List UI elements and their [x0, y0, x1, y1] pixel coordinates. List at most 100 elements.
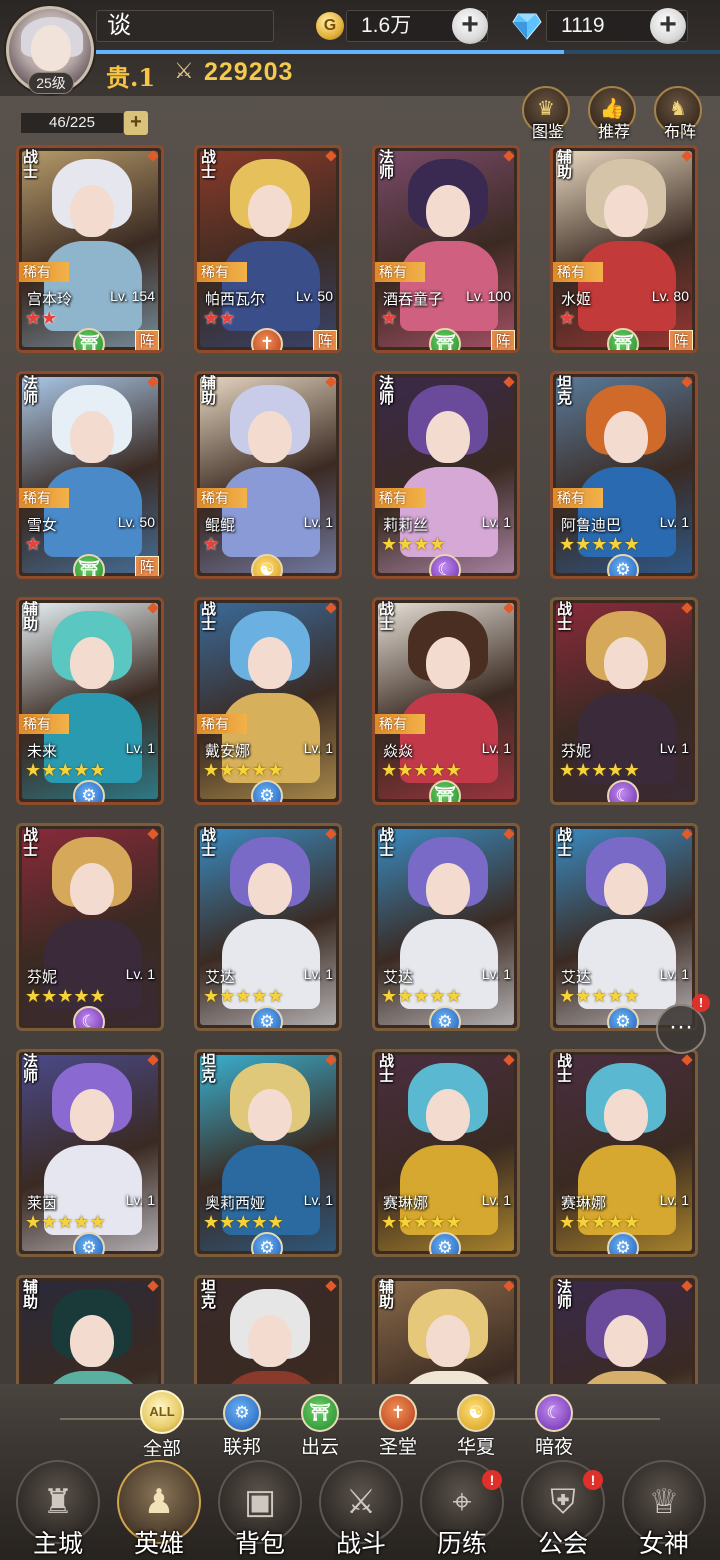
hero-card[interactable]: 辅助 稀有 水姬 Lv. 80 ★ ⛩ 阵	[550, 145, 698, 353]
nav-shield[interactable]: ⛨ 公会!	[515, 1460, 611, 1558]
hero-card[interactable]: 战士 稀有 宫本玲 Lv. 154 ★★ ⛩ 阵	[16, 145, 164, 353]
hero-card[interactable]: 法师 莱茵 Lv. 1 ★★★★★ ⚙	[16, 1049, 164, 1257]
hero-level: Lv. 154	[110, 288, 155, 304]
hero-level: Lv. 1	[659, 740, 689, 756]
hero-name: 帕西瓦尔	[205, 291, 266, 308]
chat-alert-badge: !	[692, 994, 710, 1012]
hero-face	[70, 185, 114, 237]
rarity-badge: 稀有	[553, 262, 603, 282]
hero-face	[70, 637, 114, 689]
add-gems-button[interactable]: +	[650, 8, 686, 44]
hero-level: Lv. 100	[466, 288, 511, 304]
hero-name: 赛琳娜	[383, 1195, 429, 1212]
formation-button[interactable]: ♞ 布阵	[654, 86, 702, 141]
hero-card[interactable]: 战士 赛琳娜 Lv. 1 ★★★★★ ⚙	[550, 1049, 698, 1257]
hero-name: 艾达	[561, 969, 592, 986]
hero-card[interactable]: 辅助 稀有 鲲鲲 Lv. 1 ★ ☯	[194, 371, 342, 579]
star-icon: ★	[57, 760, 74, 780]
vip-level[interactable]: 贵.1	[106, 58, 155, 93]
hero-class-tag: 法师	[557, 1278, 573, 1311]
faction-icon: ⛩	[73, 554, 105, 576]
star-rating: ★★★★★	[203, 760, 284, 781]
star-icon: ★	[219, 760, 236, 780]
hero-card[interactable]: 法师 稀有 雪女 Lv. 50 ★ ⛩ 阵	[16, 371, 164, 579]
nav-swords[interactable]: ⚔ 战斗	[313, 1460, 409, 1558]
hero-outfit	[44, 467, 142, 557]
hero-level: Lv. 1	[125, 966, 155, 982]
hero-card[interactable]: 战士 芬妮 Lv. 1 ★★★★★ ☾	[16, 823, 164, 1031]
hero-class-tag: 战士	[557, 1052, 573, 1085]
nav-goddess[interactable]: ♕ 女神	[616, 1460, 712, 1558]
hero-card[interactable]: 战士 芬妮 Lv. 1 ★★★★★ ☾	[550, 597, 698, 805]
rarity-badge: 稀有	[197, 262, 247, 282]
star-rating: ★★★★	[381, 534, 446, 555]
hero-card[interactable]: 战士 稀有 帕西瓦尔 Lv. 50 ★★ ✝ 阵	[194, 145, 342, 353]
hero-level: Lv. 1	[481, 740, 511, 756]
faction-icon: ⚙	[429, 1006, 461, 1028]
handbook-label: 图鉴	[531, 124, 564, 141]
hero-face	[604, 863, 648, 915]
handbook-button[interactable]: ♛ 图鉴	[522, 86, 570, 141]
nav-hero[interactable]: ♟ 英雄	[111, 1460, 207, 1558]
hero-card[interactable]: 坦克	[194, 1275, 342, 1385]
hero-card[interactable]: 坦克 稀有 阿鲁迪巴 Lv. 1 ★★★★★ ⚙	[550, 371, 698, 579]
hero-outfit	[44, 1371, 142, 1385]
hero-card[interactable]: 战士 赛琳娜 Lv. 1 ★★★★★ ⚙	[372, 1049, 520, 1257]
star-icon: ★	[591, 986, 608, 1006]
hero-card[interactable]: 法师 稀有 莉莉丝 Lv. 1 ★★★★ ☾	[372, 371, 520, 579]
filter-orange[interactable]: ✝ 圣堂	[366, 1394, 430, 1459]
hero-card[interactable]: 法师 稀有 酒吞童子 Lv. 100 ★ ⛩ 阵	[372, 145, 520, 353]
hero-card[interactable]: 坦克 奥莉西娅 Lv. 1 ★★★★★ ⚙	[194, 1049, 342, 1257]
expand-hero-slots-button[interactable]: +	[124, 111, 148, 135]
star-icon: ★	[413, 986, 430, 1006]
hero-card[interactable]: 辅助	[372, 1275, 520, 1385]
filter-purple[interactable]: ☾ 暗夜	[522, 1394, 586, 1459]
hero-card[interactable]: 战士 艾达 Lv. 1 ★★★★★ ⚙	[372, 823, 520, 1031]
hero-outfit	[44, 241, 142, 331]
filter-blue[interactable]: ⚙ 联邦	[210, 1394, 274, 1459]
faction-icon: ⚙	[73, 780, 105, 802]
hero-card[interactable]: 战士 艾达 Lv. 1 ★★★★★ ⚙	[550, 823, 698, 1031]
hero-grid[interactable]: 战士 稀有 宫本玲 Lv. 154 ★★ ⛩ 阵 战士 稀有 帕西瓦尔 Lv. 50 ★★ ✝ 阵 …	[16, 145, 706, 1385]
faction-icon: ⛩	[429, 328, 461, 350]
filter-label: 出云	[300, 1437, 339, 1458]
filter-green[interactable]: ⛩ 出云	[288, 1394, 352, 1459]
hero-level: Lv. 50	[295, 288, 333, 304]
hero-face	[604, 411, 648, 463]
star-icon: ★	[429, 986, 446, 1006]
star-icon: ★	[381, 534, 398, 554]
hero-card[interactable]: 战士 稀有 戴安娜 Lv. 1 ★★★★★ ⚙	[194, 597, 342, 805]
hero-face	[426, 1315, 470, 1367]
player-name[interactable]: 谈	[96, 10, 274, 42]
star-rating: ★★★★★	[381, 986, 462, 1007]
add-gold-button[interactable]: +	[452, 8, 488, 44]
recommend-button[interactable]: 👍 推荐	[588, 86, 636, 141]
star-icon: ★	[623, 534, 640, 554]
star-icon: ★	[413, 1212, 430, 1232]
star-icon: ★	[413, 760, 430, 780]
star-icon: ★	[41, 1212, 58, 1232]
hero-portrait	[378, 151, 514, 347]
nav-backpack[interactable]: ▣ 背包	[212, 1460, 308, 1558]
star-icon: ★	[203, 308, 220, 328]
faction-icon: ☾	[429, 554, 461, 576]
hero-face	[604, 637, 648, 689]
hero-card[interactable]: 战士 艾达 Lv. 1 ★★★★★ ⚙	[194, 823, 342, 1031]
filter-gold[interactable]: ☯ 华夏	[444, 1394, 508, 1459]
star-icon: ★	[429, 1212, 446, 1232]
hero-outfit	[400, 1371, 498, 1385]
top-bar: 25级 谈 G 1.6万 + 1119 + 贵.1 ⚔ 229203	[0, 0, 720, 96]
star-icon: ★	[25, 760, 42, 780]
hero-card[interactable]: 辅助 稀有 未来 Lv. 1 ★★★★★ ⚙	[16, 597, 164, 805]
nav-map[interactable]: ⌖ 历练!	[414, 1460, 510, 1558]
hero-card[interactable]: 战士 稀有 焱焱 Lv. 1 ★★★★★ ⛩	[372, 597, 520, 805]
filter-all[interactable]: ALL 全部	[130, 1390, 194, 1461]
hero-card[interactable]: 辅助	[16, 1275, 164, 1385]
star-icon: ★	[591, 1212, 608, 1232]
hero-level: Lv. 1	[481, 1192, 511, 1208]
hero-card[interactable]: 法师	[550, 1275, 698, 1385]
hero-face	[248, 1315, 292, 1367]
faction-icon: ☯	[251, 554, 283, 576]
star-icon: ★	[397, 760, 414, 780]
nav-castle[interactable]: ♜ 主城	[10, 1460, 106, 1558]
